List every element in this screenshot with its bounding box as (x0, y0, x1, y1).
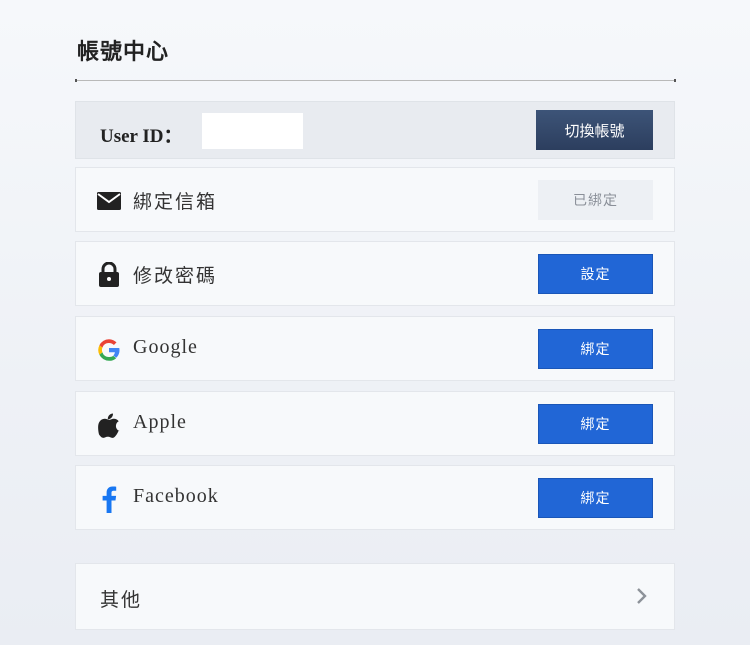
lock-icon (96, 262, 122, 288)
user-id-value (202, 113, 303, 149)
google-row: Google 綁定 (75, 316, 675, 381)
user-id-row: User ID： 切換帳號 (75, 101, 675, 159)
change-password-label: 修改密碼 (133, 265, 218, 287)
google-icon (96, 337, 122, 363)
page-title: 帳號中心 (77, 40, 170, 65)
bind-email-label: 綁定信箱 (133, 191, 218, 213)
change-password-row: 修改密碼 設定 (75, 241, 675, 306)
facebook-icon (96, 486, 122, 513)
facebook-label: Facebook (133, 485, 219, 507)
apple-row: Apple 綁定 (75, 391, 675, 456)
title-divider (75, 79, 676, 82)
email-bound-button[interactable]: 已綁定 (538, 180, 653, 220)
bind-apple-button[interactable]: 綁定 (538, 404, 653, 444)
facebook-row: Facebook 綁定 (75, 465, 675, 530)
user-id-label: User ID： (100, 126, 183, 147)
bind-facebook-button[interactable]: 綁定 (538, 478, 653, 518)
google-label: Google (133, 336, 198, 358)
bind-email-row: 綁定信箱 已綁定 (75, 167, 675, 232)
mail-icon (96, 188, 122, 214)
apple-icon (96, 412, 122, 438)
set-password-button[interactable]: 設定 (538, 254, 653, 294)
bind-google-button[interactable]: 綁定 (538, 329, 653, 369)
other-label: 其他 (100, 589, 143, 611)
chevron-right-icon (631, 586, 651, 606)
switch-account-button[interactable]: 切換帳號 (536, 110, 653, 150)
apple-label: Apple (133, 411, 187, 433)
other-row[interactable]: 其他 (75, 563, 675, 630)
